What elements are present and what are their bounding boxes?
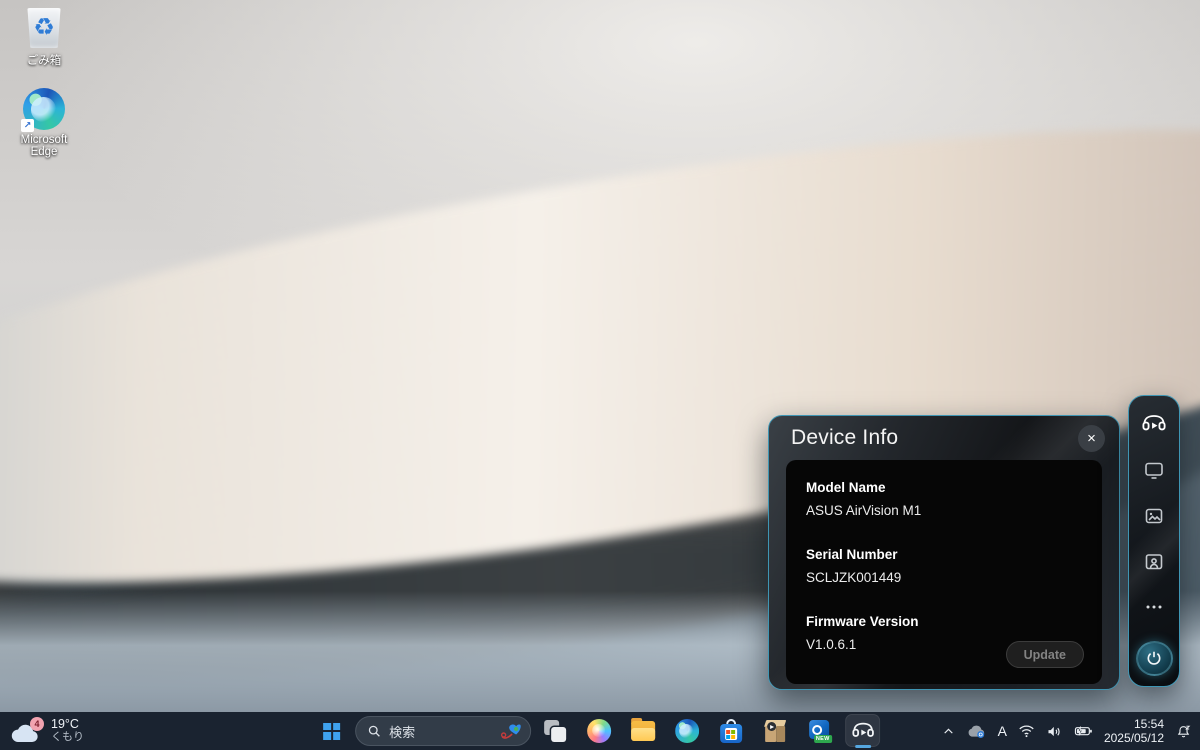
display-icon [1142, 458, 1166, 482]
sidebar-item-airvision[interactable] [1141, 411, 1167, 437]
taskbar-app-copilot[interactable] [578, 712, 619, 750]
tray-clock[interactable]: 15:54 2025/05/12 [1104, 717, 1164, 746]
weather-condition: くもり [51, 731, 84, 744]
device-info-header: Device Info × [769, 416, 1119, 460]
cloud-sync-icon [966, 723, 987, 739]
update-button[interactable]: Update [1006, 641, 1084, 668]
tray-ime-mode[interactable]: A [998, 723, 1007, 739]
desktop-icon-edge[interactable]: ↗ Microsoft Edge [6, 88, 82, 158]
sidebar-item-screen-share[interactable] [1141, 549, 1167, 574]
weather-widget[interactable]: 4 19°C くもり [10, 712, 84, 750]
image-icon [1142, 504, 1166, 528]
close-icon: × [1087, 430, 1096, 447]
file-explorer-icon [630, 718, 656, 744]
taskbar-app-microsoft-store[interactable] [710, 712, 751, 750]
model-name-field: Model Name ASUS AirVision M1 [806, 480, 1082, 518]
weather-temperature: 19°C [51, 718, 84, 731]
device-info-panel: Device Info × Model Name ASUS AirVision … [768, 415, 1120, 690]
tray-time: 15:54 [1104, 717, 1164, 732]
volume-icon [1046, 724, 1063, 739]
taskbar: 4 19°C くもり 検索 [0, 712, 1200, 750]
device-info-title: Device Info [791, 426, 898, 450]
tray-network-button[interactable] [1018, 724, 1035, 738]
copilot-icon [586, 718, 612, 744]
recycle-bin-icon: ♻ [26, 8, 62, 48]
edge-label: Microsoft Edge [6, 134, 82, 158]
start-button[interactable] [311, 712, 352, 750]
airvision-sidebar [1128, 395, 1180, 687]
taskbar-app-file-explorer[interactable] [622, 712, 663, 750]
serial-number-field: Serial Number SCLJZK001449 [806, 547, 1082, 585]
tray-battery-button[interactable] [1074, 724, 1093, 738]
system-tray: A 15:54 2025 [942, 712, 1192, 750]
taskbar-app-outlook[interactable]: NEW [798, 712, 839, 750]
sidebar-item-display[interactable] [1141, 458, 1167, 483]
model-name-label: Model Name [806, 480, 1082, 495]
media-package-icon [763, 719, 787, 743]
tray-notifications-button[interactable] [1175, 723, 1192, 740]
search-placeholder: 検索 [389, 722, 415, 741]
ellipsis-icon [1142, 595, 1166, 619]
chevron-up-icon [942, 725, 955, 738]
close-button[interactable]: × [1078, 425, 1105, 452]
outlook-new-badge: NEW [814, 735, 832, 743]
airvision-taskbar-icon [851, 719, 875, 743]
serial-number-value: SCLJZK001449 [806, 570, 1082, 585]
news-badge: 4 [30, 717, 44, 731]
task-view-icon [542, 718, 568, 744]
search-icon [367, 724, 381, 738]
tray-overflow-button[interactable] [942, 725, 955, 738]
battery-charging-icon [1074, 724, 1093, 738]
device-info-body: Model Name ASUS AirVision M1 Serial Numb… [786, 460, 1102, 684]
search-box[interactable]: 検索 [355, 716, 531, 746]
wifi-icon [1018, 724, 1035, 738]
serial-number-label: Serial Number [806, 547, 1082, 562]
microsoft-store-icon [719, 719, 743, 743]
tray-date: 2025/05/12 [1104, 731, 1164, 746]
desktop-icon-recycle-bin[interactable]: ♻ ごみ箱 [6, 8, 82, 68]
windows-logo-icon [323, 723, 340, 740]
screen-share-icon [1142, 550, 1166, 574]
recycle-bin-label: ごみ箱 [27, 52, 62, 68]
firmware-version-label: Firmware Version [806, 614, 1082, 629]
taskbar-app-edge[interactable] [666, 712, 707, 750]
taskbar-app-task-view[interactable] [534, 712, 575, 750]
taskbar-center: 検索 [311, 712, 883, 750]
do-not-disturb-bell-icon [1175, 723, 1192, 740]
edge-icon: ↗ [23, 88, 65, 130]
sidebar-item-image[interactable] [1141, 504, 1167, 529]
taskbar-app-media-package[interactable] [754, 712, 795, 750]
edge-taskbar-icon [674, 718, 700, 744]
model-name-value: ASUS AirVision M1 [806, 503, 1082, 518]
weather-cloud-icon: 4 [10, 718, 44, 744]
taskbar-app-airvision-active[interactable] [842, 712, 883, 750]
outlook-icon: NEW [807, 719, 831, 743]
sidebar-item-more[interactable] [1141, 595, 1167, 620]
tray-volume-button[interactable] [1046, 724, 1063, 739]
search-highlight-icon [500, 720, 524, 742]
tray-onedrive-button[interactable] [966, 723, 987, 739]
shortcut-arrow-icon: ↗ [21, 119, 34, 132]
power-button[interactable] [1136, 641, 1173, 676]
power-icon [1144, 648, 1164, 668]
weather-text: 19°C くもり [51, 718, 84, 744]
airvision-logo-icon [1141, 411, 1167, 437]
active-app-indicator [855, 745, 871, 748]
